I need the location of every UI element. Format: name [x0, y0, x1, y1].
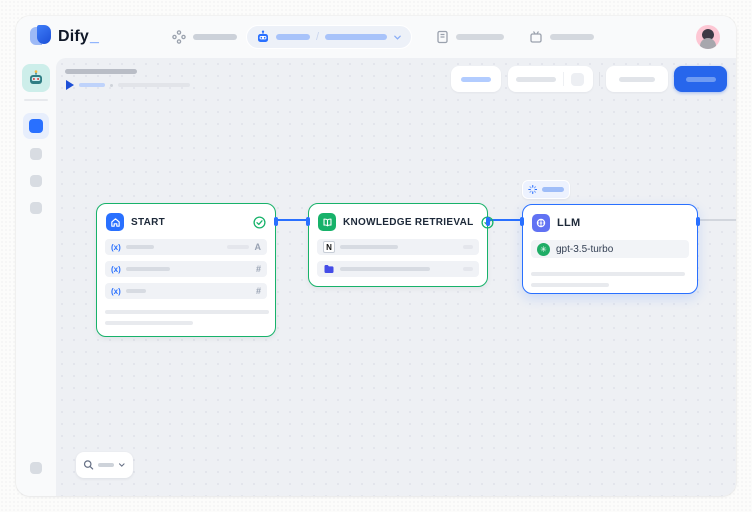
start-output-handle[interactable] [274, 217, 278, 226]
current-app-icon[interactable] [22, 64, 50, 92]
edge-llm-to-next [697, 219, 736, 221]
model-name: gpt-3.5-turbo [556, 244, 613, 255]
updates-link[interactable] [529, 16, 594, 58]
toolbar-divider [599, 72, 600, 86]
number-type-icon: # [256, 264, 261, 274]
dify-logo-underscore: _ [90, 28, 99, 46]
dify-logo[interactable]: Dify _ [30, 25, 99, 48]
zoom-value-placeholder [98, 463, 114, 467]
check-circle-icon [253, 216, 266, 229]
openai-icon: ✳ [537, 243, 550, 256]
node-start[interactable]: START (x) A [96, 203, 276, 337]
variable-icon: (x) [111, 243, 121, 252]
running-status-badge [522, 180, 570, 199]
ops-icon [172, 30, 186, 44]
history-icon[interactable] [571, 73, 584, 86]
llm-output-handle[interactable] [696, 217, 700, 226]
app-window: Dify _ [16, 16, 736, 496]
knowledge-input-handle[interactable] [306, 217, 310, 226]
brain-icon [535, 217, 547, 229]
zoom-icon [83, 459, 94, 471]
knowledge-source-row[interactable] [317, 261, 479, 277]
sidebar-item-2[interactable] [30, 148, 42, 160]
user-avatar[interactable] [696, 25, 720, 49]
dot-separator [110, 84, 113, 87]
dify-logo-text: Dify [58, 28, 89, 46]
notebook-icon [436, 30, 449, 44]
notion-icon: N [323, 241, 335, 253]
updates-label-placeholder [550, 34, 594, 40]
sidebar-item-4[interactable] [30, 202, 42, 214]
edge-start-to-knowledge [276, 219, 308, 221]
sidebar-item-settings[interactable] [30, 462, 42, 474]
robot-icon [256, 30, 270, 44]
node-desc-placeholder [531, 283, 609, 287]
node-desc-placeholder [105, 321, 193, 325]
docs-link[interactable] [436, 16, 504, 58]
sidebar-item-3[interactable] [30, 175, 42, 187]
app-robot-icon [27, 69, 45, 87]
left-sidebar [16, 58, 56, 496]
node-desc-placeholder [105, 310, 269, 314]
node-desc-placeholder [531, 272, 685, 276]
dify-logo-icon [30, 25, 51, 48]
node-title: START [131, 217, 165, 228]
variable-icon: (x) [111, 265, 121, 274]
workspace-switcher[interactable] [172, 16, 237, 58]
tv-plus-icon [529, 30, 543, 44]
home-icon [110, 217, 121, 228]
workspace-name-placeholder [193, 34, 237, 40]
zoom-control[interactable] [76, 452, 133, 478]
node-title: KNOWLEDGE RETRIEVAL [343, 217, 474, 228]
app-selector[interactable]: / [246, 25, 412, 49]
chevron-down-icon [393, 33, 402, 42]
app-path-separator: / [316, 31, 319, 43]
workflow-name-placeholder [325, 34, 387, 40]
last-run-info [66, 80, 190, 90]
run-history-split-button[interactable] [508, 66, 593, 92]
spinner-icon [528, 184, 537, 195]
start-variable-row[interactable]: (x) # [105, 261, 267, 277]
workflow-canvas[interactable]: START (x) A [56, 58, 736, 496]
running-label-placeholder [542, 187, 564, 192]
variable-icon: (x) [111, 287, 121, 296]
top-header: Dify _ [16, 16, 736, 58]
book-icon [322, 217, 333, 228]
number-type-icon: # [256, 286, 261, 296]
workflow-title-placeholder [65, 69, 137, 74]
docs-label-placeholder [456, 34, 504, 40]
knowledge-output-handle[interactable] [486, 217, 490, 226]
app-name-placeholder [276, 34, 310, 40]
node-title: LLM [557, 217, 581, 229]
features-button[interactable] [451, 66, 501, 92]
string-type-icon: A [255, 242, 262, 252]
llm-input-handle[interactable] [520, 217, 524, 226]
start-variable-row[interactable]: (x) A [105, 239, 267, 255]
llm-model-row[interactable]: ✳ gpt-3.5-turbo [531, 240, 689, 258]
publish-button[interactable] [674, 66, 727, 92]
sidebar-item-workflow-active[interactable] [23, 113, 49, 139]
folder-icon [323, 263, 335, 275]
node-knowledge-retrieval[interactable]: KNOWLEDGE RETRIEVAL N [308, 203, 488, 287]
sidebar-divider [24, 99, 48, 101]
chevron-down-icon [118, 461, 126, 469]
workflow-nav-icon [29, 119, 43, 133]
run-app-button[interactable] [606, 66, 668, 92]
start-variable-row[interactable]: (x) # [105, 283, 267, 299]
node-llm[interactable]: LLM ✳ gpt-3.5-turbo [522, 204, 698, 294]
run-play-icon[interactable] [66, 80, 74, 90]
knowledge-source-row[interactable]: N [317, 239, 479, 255]
